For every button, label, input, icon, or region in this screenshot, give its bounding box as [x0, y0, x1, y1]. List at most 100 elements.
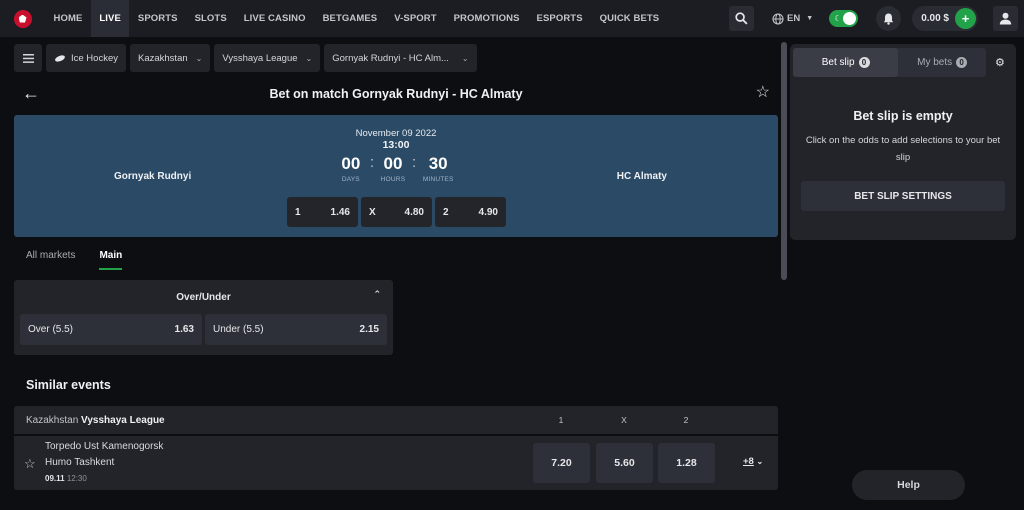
nav-quick-bets[interactable]: QUICK BETS	[591, 0, 668, 37]
match-time: 13:00	[382, 139, 410, 151]
search-button[interactable]	[729, 6, 755, 31]
event-odds-draw[interactable]: 5.60	[596, 443, 653, 483]
bet-slip-count-badge: 0	[858, 57, 870, 68]
breadcrumb-sport-label: Ice Hockey	[71, 52, 118, 64]
language-selector[interactable]: EN ▼	[772, 12, 813, 25]
sidebar-menu-button[interactable]	[14, 44, 42, 72]
event-team-2: Humo Tashkent	[45, 457, 115, 468]
countdown-days: 00 DAYS	[334, 154, 368, 183]
nav-home[interactable]: HOME	[45, 0, 91, 37]
main-scrollbar[interactable]	[781, 42, 787, 280]
nav-betgames[interactable]: BETGAMES	[314, 0, 386, 37]
tab-main[interactable]: Main	[99, 250, 122, 270]
main-content: Ice Hockey Kazakhstan ⌄ Vysshaya League …	[0, 37, 784, 510]
tab-all-markets[interactable]: All markets	[26, 250, 75, 270]
odds-label: X	[369, 206, 376, 218]
profile-button[interactable]	[993, 6, 1018, 31]
countdown-separator: :	[412, 154, 417, 171]
match-header-panel: Gornyak Rudnyi HC Almaty November 09 202…	[14, 115, 778, 237]
main-nav: HOME LIVE SPORTS SLOTS LIVE CASINO BETGA…	[45, 0, 668, 37]
match-odds: 1 1.46 X 4.80 2 4.90	[287, 197, 506, 227]
tab-my-bets-label: My bets	[917, 57, 953, 68]
market-header[interactable]: Over/Under ⌃	[14, 280, 393, 314]
odds-button-home[interactable]: 1 1.46	[287, 197, 358, 227]
match-date: November 09 2022	[355, 128, 437, 139]
topbar-actions: EN ▼ ☾ 0.00 $ +	[729, 0, 1024, 37]
odds-label: 2	[443, 206, 449, 218]
theme-toggle[interactable]: ☾	[829, 10, 859, 27]
countdown-minutes-label: MINUTES	[422, 176, 454, 183]
chevron-down-icon: ⌄	[195, 53, 203, 63]
odds-button-draw[interactable]: X 4.80	[361, 197, 432, 227]
more-markets-link[interactable]: +8 ⌄	[743, 456, 763, 467]
breadcrumb-country[interactable]: Kazakhstan ⌄	[130, 44, 211, 72]
bet-slip-settings-button[interactable]: BET SLIP SETTINGS	[801, 181, 1005, 211]
odds-label: 1	[295, 206, 301, 218]
countdown-days-label: DAYS	[341, 176, 360, 183]
column-header-2: 2	[683, 415, 689, 425]
nav-esports[interactable]: ESPORTS	[528, 0, 591, 37]
nav-live[interactable]: LIVE	[90, 0, 130, 37]
option-label: Over (5.5)	[28, 324, 74, 335]
option-label: Under (5.5)	[213, 324, 264, 335]
help-button[interactable]: Help	[852, 470, 965, 500]
breadcrumb-match[interactable]: Gornyak Rudnyi - HC Alm... ⌄	[324, 44, 477, 72]
chevron-up-icon[interactable]: ⌃	[373, 289, 381, 300]
gear-icon[interactable]: ⚙	[995, 56, 1005, 69]
favorite-star-icon[interactable]: ☆	[24, 456, 36, 472]
globe-icon	[772, 12, 784, 25]
bet-slip-empty-text: Click on the odds to add selections to y…	[805, 135, 1001, 163]
breadcrumb-league-label: Vysshaya League	[222, 52, 298, 64]
tab-my-bets[interactable]: My bets 0	[898, 48, 986, 77]
hockey-puck-icon	[55, 54, 65, 62]
breadcrumb-league[interactable]: Vysshaya League ⌄	[214, 44, 321, 72]
countdown-minutes-value: 30	[428, 154, 448, 173]
site-logo[interactable]	[0, 0, 45, 37]
moon-icon: ☾	[834, 14, 842, 23]
market-option-over[interactable]: Over (5.5) 1.63	[20, 314, 202, 345]
bet-slip-tabs: Bet slip 0 My bets 0	[793, 48, 986, 77]
language-code: EN	[787, 13, 801, 24]
breadcrumb-match-label: Gornyak Rudnyi - HC Alm...	[332, 52, 449, 64]
deposit-button[interactable]: +	[955, 8, 976, 29]
countdown-hours-label: HOURS	[380, 176, 406, 183]
countdown-minutes: 30 MINUTES	[418, 154, 458, 183]
nav-slots[interactable]: SLOTS	[186, 0, 235, 37]
event-date: 09.11	[45, 474, 65, 483]
event-odds-home[interactable]: 7.20	[533, 443, 590, 483]
notifications-button[interactable]	[876, 6, 902, 31]
countdown-timer: 00 DAYS : 00 HOURS : 30 MINUTES	[14, 154, 778, 183]
balance-widget[interactable]: 0.00 $ +	[912, 6, 978, 31]
breadcrumb-sport[interactable]: Ice Hockey	[46, 44, 126, 72]
league-name[interactable]: Kazakhstan Vysshaya League	[26, 415, 165, 426]
back-arrow-icon[interactable]: ←	[22, 84, 40, 102]
nav-v-sport[interactable]: V-SPORT	[386, 0, 445, 37]
countdown-separator: :	[369, 154, 374, 171]
hamburger-icon	[22, 53, 34, 63]
similar-events-title: Similar events	[26, 378, 111, 392]
event-row[interactable]: ☆ Torpedo Ust Kamenogorsk Humo Tashkent …	[14, 436, 778, 490]
event-datetime: 09.11 12:30	[45, 474, 87, 483]
tab-bet-slip[interactable]: Bet slip 0	[793, 48, 899, 77]
league-title: Vysshaya League	[81, 414, 165, 426]
odds-button-away[interactable]: 2 4.90	[435, 197, 506, 227]
market-title: Over/Under	[176, 291, 231, 303]
search-icon	[735, 12, 748, 25]
top-navigation-bar: HOME LIVE SPORTS SLOTS LIVE CASINO BETGA…	[0, 0, 1024, 37]
odds-value: 4.80	[404, 206, 424, 218]
favorite-star-icon[interactable]: ☆	[756, 84, 770, 102]
balance-amount: 0.00 $	[921, 13, 949, 24]
market-tabs: All markets Main	[26, 250, 122, 270]
nav-live-casino[interactable]: LIVE CASINO	[235, 0, 314, 37]
chevron-down-icon: ⌄	[461, 53, 469, 63]
plus-icon: +	[961, 11, 970, 26]
countdown-hours-value: 00	[383, 154, 403, 173]
chevron-down-icon: ⌄	[756, 457, 764, 466]
nav-promotions[interactable]: PROMOTIONS	[445, 0, 528, 37]
nav-sports[interactable]: SPORTS	[129, 0, 186, 37]
market-option-under[interactable]: Under (5.5) 2.15	[205, 314, 387, 345]
breadcrumb: Ice Hockey Kazakhstan ⌄ Vysshaya League …	[14, 44, 477, 72]
event-odds-away[interactable]: 1.28	[658, 443, 715, 483]
column-header-1: 1	[558, 415, 564, 425]
bell-icon	[883, 13, 894, 25]
